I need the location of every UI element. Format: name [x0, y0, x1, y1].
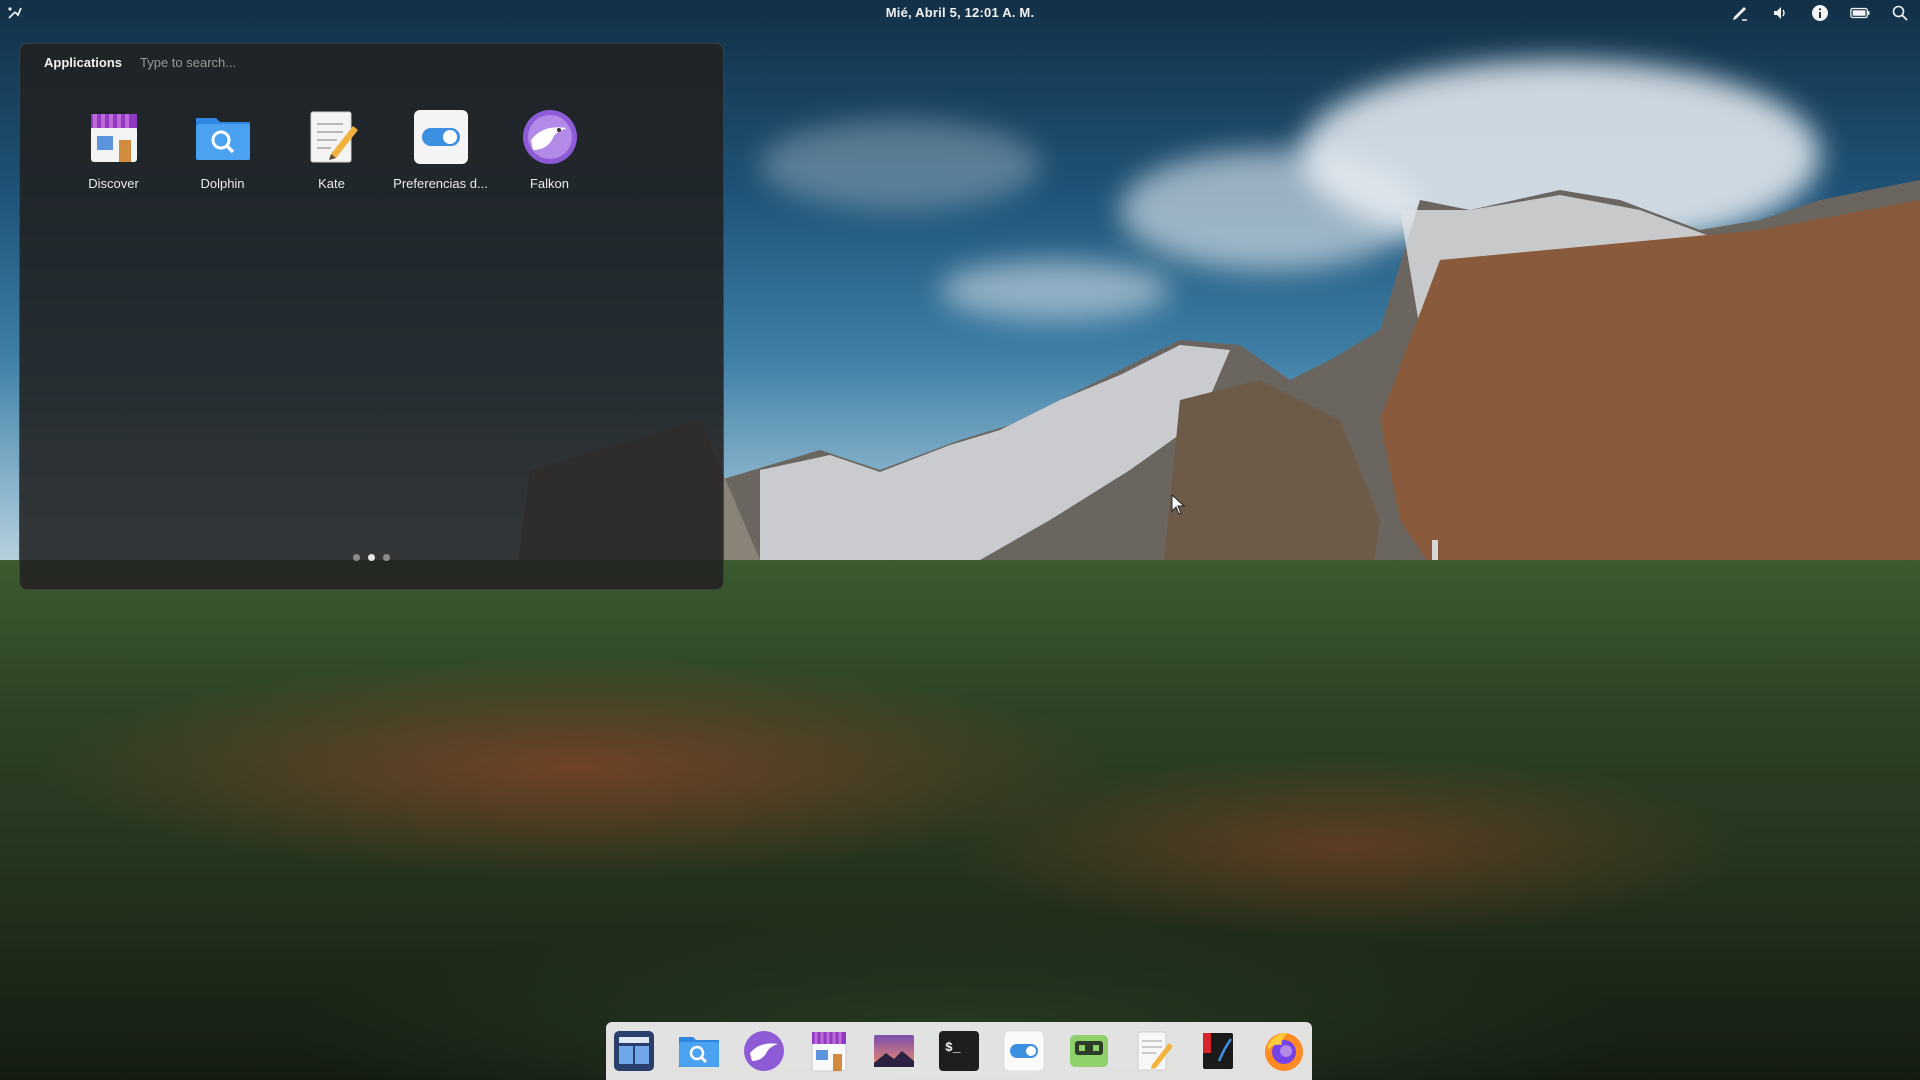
discover-icon	[811, 1032, 847, 1072]
dock-item-dolphin[interactable]	[675, 1027, 723, 1075]
battery-icon[interactable]	[1850, 3, 1870, 23]
book-icon	[1203, 1033, 1233, 1069]
dock-item-image-viewer[interactable]	[870, 1027, 918, 1075]
dock-item-window-manager[interactable]	[610, 1027, 658, 1075]
robot-icon	[1070, 1035, 1108, 1067]
falkon-icon	[744, 1031, 784, 1071]
app-label: Discover	[88, 176, 139, 191]
app-dolphin[interactable]: Dolphin	[168, 106, 277, 191]
dock-item-settings[interactable]	[1000, 1027, 1048, 1075]
dock-item-falkon[interactable]	[740, 1027, 788, 1075]
dock-item-robot[interactable]	[1065, 1027, 1113, 1075]
pen-icon[interactable]	[1730, 3, 1750, 23]
store-icon	[90, 114, 137, 162]
page-indicator	[20, 554, 723, 561]
launcher-header: Applications	[44, 55, 381, 70]
toggle-settings-icon	[413, 110, 468, 164]
dock-item-terminal[interactable]: $_	[935, 1027, 983, 1075]
terminal-glyph: $_	[945, 1040, 961, 1055]
folder-search-icon	[195, 118, 250, 160]
app-label: Preferencias d...	[393, 176, 488, 191]
image-viewer-icon	[874, 1035, 914, 1067]
page-dot-1[interactable]	[353, 554, 360, 561]
dolphin-icon	[679, 1037, 719, 1067]
clock[interactable]: Mié, Abril 5, 12:01 A. M.	[0, 5, 1920, 20]
category-tab-applications[interactable]: Applications	[44, 55, 122, 70]
window-manager-icon	[614, 1031, 654, 1071]
top-panel: Mié, Abril 5, 12:01 A. M.	[0, 0, 1920, 26]
dock-item-firefox[interactable]	[1260, 1027, 1308, 1075]
firefox-icon	[1265, 1033, 1303, 1071]
page-dot-3[interactable]	[383, 554, 390, 561]
page-dot-2[interactable]	[368, 554, 375, 561]
info-icon[interactable]	[1810, 3, 1830, 23]
search-input[interactable]	[140, 55, 381, 70]
app-discover[interactable]: Discover	[59, 106, 168, 191]
falkon-icon	[522, 110, 577, 164]
dock-item-kate[interactable]	[1130, 1027, 1178, 1075]
system-tray	[1730, 3, 1910, 23]
mouse-cursor-icon	[1171, 494, 1186, 515]
search-icon[interactable]	[1890, 3, 1910, 23]
app-preferencias[interactable]: Preferencias d...	[386, 106, 495, 191]
kate-icon	[1137, 1031, 1173, 1071]
dock-item-book[interactable]	[1195, 1027, 1243, 1075]
application-launcher: Applications Discover Dolphin	[19, 43, 724, 590]
dock: $_	[606, 1022, 1312, 1080]
text-editor-icon	[310, 111, 358, 163]
app-label: Kate	[318, 176, 345, 191]
app-falkon[interactable]: Falkon	[495, 106, 604, 191]
terminal-icon: $_	[939, 1031, 979, 1071]
app-label: Dolphin	[200, 176, 245, 191]
dock-item-discover[interactable]	[805, 1027, 853, 1075]
app-grid: Discover Dolphin Kate Preferencias d... …	[59, 106, 604, 191]
app-kate[interactable]: Kate	[277, 106, 386, 191]
volume-icon[interactable]	[1770, 3, 1790, 23]
app-label: Falkon	[529, 176, 570, 191]
settings-toggle-icon	[1003, 1030, 1045, 1072]
